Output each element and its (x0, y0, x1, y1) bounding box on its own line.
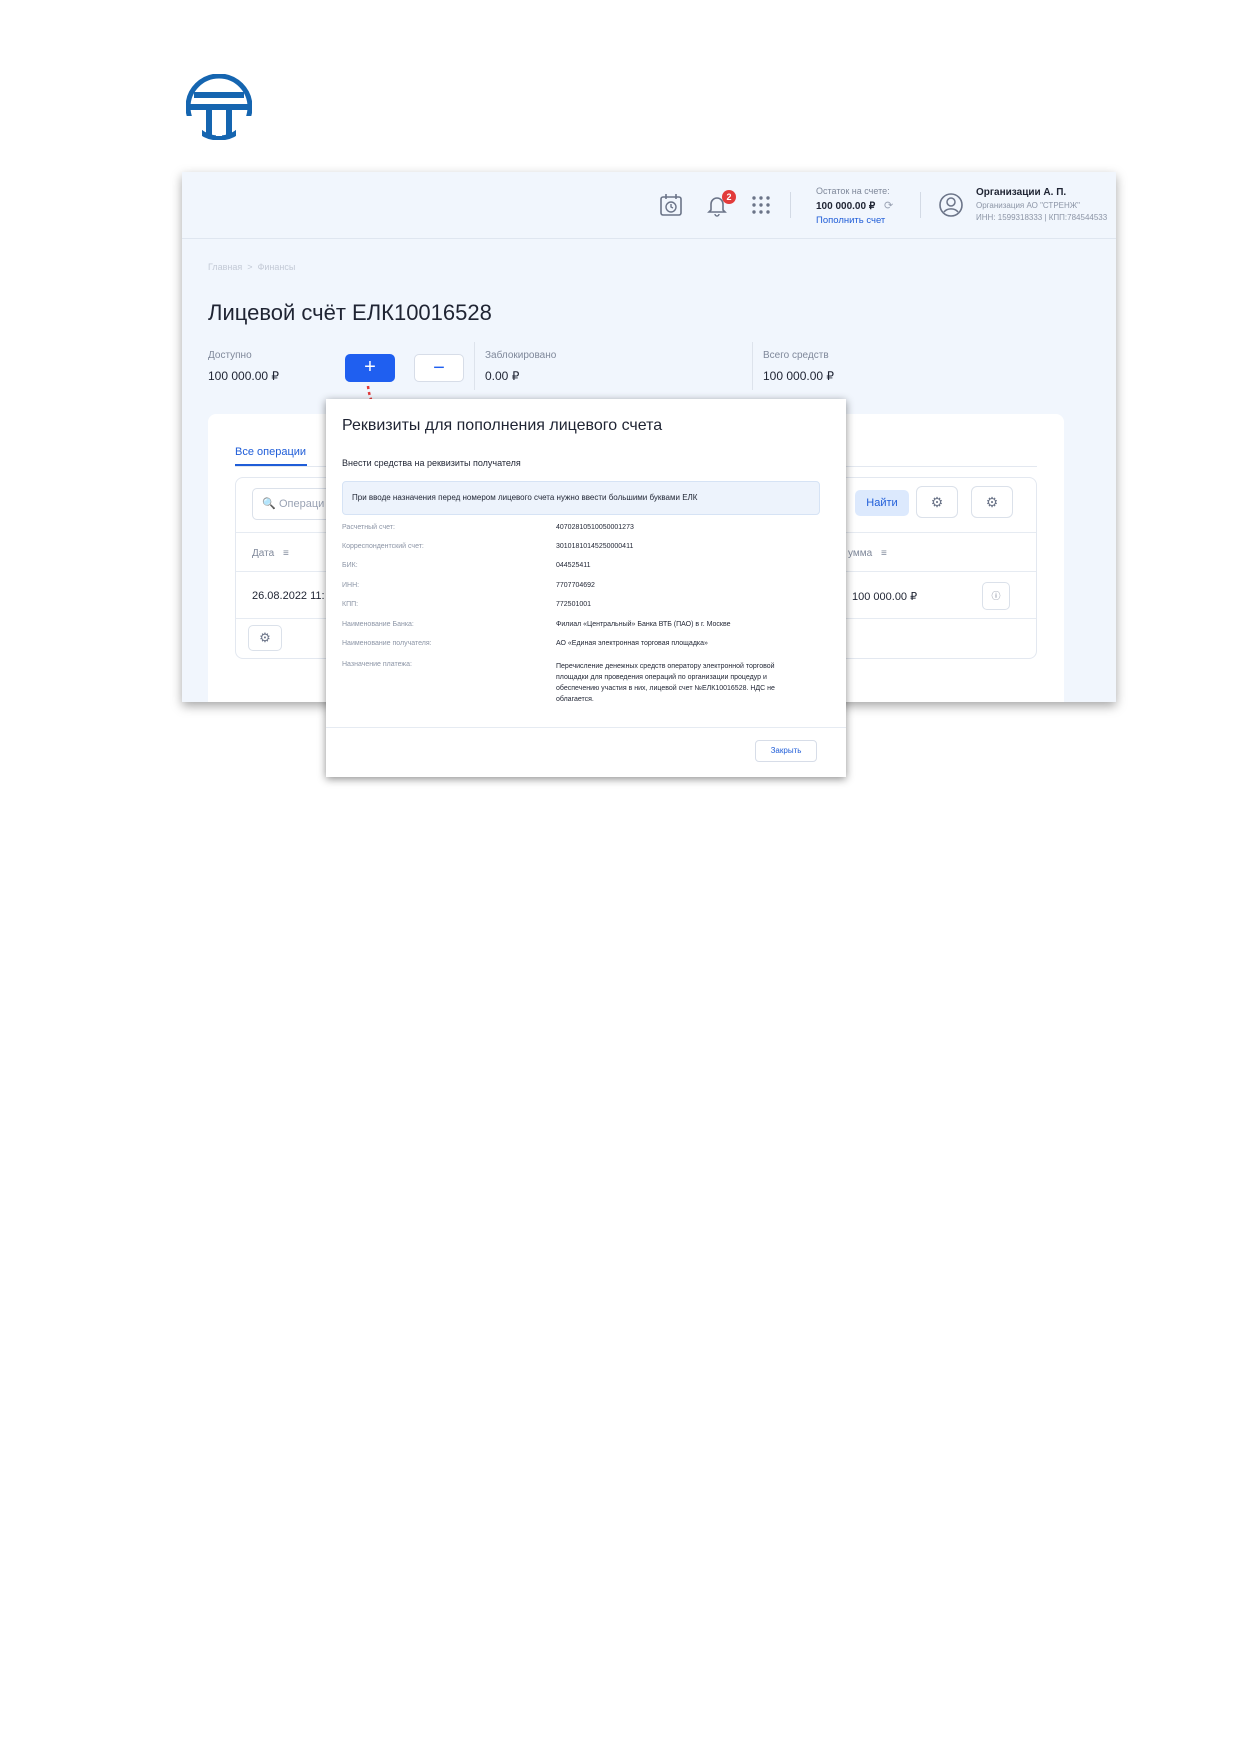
search-icon: 🔍 (262, 498, 276, 510)
field-label: Назначение платежа: (342, 661, 412, 668)
topup-button[interactable]: + (345, 354, 395, 382)
available-value: 100 000.00 ₽ (208, 369, 280, 383)
sort-icon[interactable]: ≡ (881, 548, 887, 559)
divider (790, 192, 791, 218)
blocked-value: 0.00 ₽ (485, 369, 520, 383)
breadcrumb-separator: > (247, 262, 253, 272)
calendar-clock-icon[interactable] (658, 192, 684, 218)
field-value: 30101810145250000411 (556, 543, 634, 550)
breadcrumb: Главная > Финансы (208, 262, 295, 272)
available-label: Доступно (208, 350, 252, 361)
column-header-sum[interactable]: умма ≡ (848, 548, 887, 559)
field-value: 40702810510050001273 (556, 524, 634, 531)
field-label: Расчетный счет: (342, 524, 395, 531)
field-value: 7707704692 (556, 582, 595, 589)
search-placeholder: Операци (279, 498, 325, 510)
field-value: 772501001 (556, 601, 592, 608)
requisites-modal: Реквизиты для пополнения лицевого счета … (326, 399, 846, 777)
column-header-date[interactable]: Дата ≡ (252, 548, 289, 559)
field-label: КПП: (342, 601, 359, 608)
withdraw-button[interactable]: − (414, 354, 464, 382)
refresh-icon[interactable]: ⟳ (884, 199, 893, 212)
balance-label: Остаток на счете: (816, 186, 890, 196)
tab-all-operations[interactable]: Все операции (235, 446, 306, 458)
user-avatar-icon[interactable] (938, 192, 964, 218)
top-bar: 2 Остаток на счете: 100 000.00 ₽ ⟳ Попол… (182, 172, 1116, 239)
gear-icon[interactable]: ⚙ (916, 486, 958, 518)
field-label: Наименование Банка: (342, 621, 414, 628)
gear-icon[interactable]: ⚙ (971, 486, 1013, 518)
info-icon[interactable]: ⓘ (982, 582, 1010, 610)
column-sum-label: умма (848, 548, 873, 559)
company-logo (186, 74, 252, 140)
gear-icon[interactable]: ⚙ (248, 625, 282, 651)
modal-title: Реквизиты для пополнения лицевого счета (342, 417, 663, 434)
divider (920, 192, 921, 218)
modal-note-text: При вводе назначения перед номером лицев… (352, 493, 698, 502)
field-label: БИК: (342, 562, 358, 569)
field-value: АО «Единая электронная торговая площадка… (556, 640, 708, 647)
notification-badge: 2 (722, 190, 736, 204)
org-subtitle: Организация АО "СТРЕНЖ" (976, 201, 1080, 210)
column-date-label: Дата (252, 548, 275, 559)
topup-link[interactable]: Пополнить счет (816, 215, 885, 226)
breadcrumb-current: Финансы (257, 262, 296, 272)
page-title: Лицевой счёт ЕЛК10016528 (208, 300, 492, 325)
org-inn: ИНН: 1599318333 | КПП:784544533 (976, 213, 1108, 222)
divider (474, 342, 475, 390)
table-row-date: 26.08.2022 11: (252, 590, 325, 602)
blocked-label: Заблокировано (485, 350, 557, 361)
table-row-sum: 100 000.00 ₽ (852, 591, 918, 603)
org-name: Организации А. П. (976, 187, 1067, 198)
field-label: ИНН: (342, 582, 360, 589)
balance-value: 100 000.00 ₽ (816, 201, 876, 212)
field-value-purpose: Перечисление денежных средств оператору … (556, 663, 775, 703)
divider (752, 342, 753, 390)
field-label: Наименование получателя: (342, 640, 432, 647)
total-label: Всего средств (763, 350, 829, 361)
find-button[interactable]: Найти (855, 490, 909, 516)
modal-divider (326, 727, 846, 728)
breadcrumb-home[interactable]: Главная (208, 262, 242, 272)
modal-subtitle: Внести средства на реквизиты получателя (342, 458, 521, 468)
total-value: 100 000.00 ₽ (763, 369, 835, 383)
apps-grid-icon[interactable] (748, 192, 774, 218)
field-value: Филиал «Центральный» Банка ВТБ (ПАО) в г… (556, 621, 731, 628)
close-button[interactable]: Закрыть (755, 740, 817, 762)
field-label: Корреспондентский счет: (342, 543, 424, 550)
field-value: 044525411 (556, 562, 591, 569)
modal-note: При вводе назначения перед номером лицев… (342, 481, 820, 515)
sort-icon[interactable]: ≡ (283, 548, 289, 559)
